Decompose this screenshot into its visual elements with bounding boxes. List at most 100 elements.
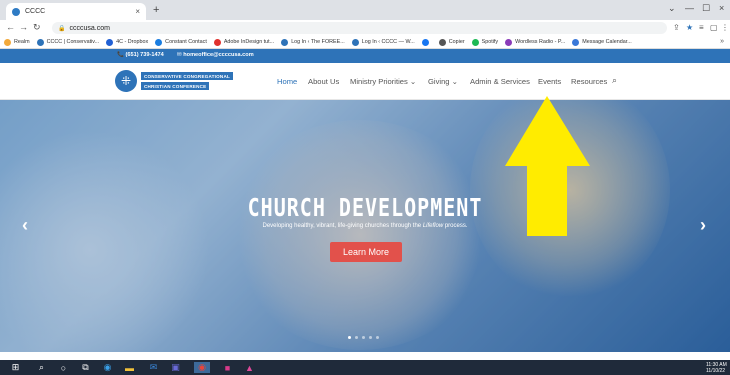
bookmark-favicon-icon (155, 38, 163, 46)
window-minimize-button[interactable]: — (685, 3, 694, 13)
browser-tab-strip: CCCC × + ⌄ — ☐ × (0, 0, 730, 20)
nav-item-ministry-priorities[interactable]: Ministry Priorities ⌄ (350, 77, 416, 86)
forward-icon[interactable]: → (19, 22, 28, 32)
nav-item-giving[interactable]: Giving ⌄ (428, 77, 458, 86)
email-link[interactable]: ✉ homeoffice@ccccusa.com (177, 52, 254, 58)
outlook-icon[interactable]: ✉ (148, 362, 159, 373)
nav-item-admin-services[interactable]: Admin & Services (470, 77, 530, 86)
task-view-icon[interactable]: ⧉ (80, 362, 91, 373)
tab-title: CCCC (25, 8, 46, 15)
reload-icon[interactable]: ↻ (33, 22, 41, 33)
slider-dot[interactable] (355, 336, 358, 339)
bookmark-item[interactable]: Copier (438, 38, 465, 46)
bookmark-favicon-icon (281, 38, 289, 46)
menu-kebab-icon[interactable]: ⋮ (721, 23, 729, 32)
tab-close-icon[interactable]: × (135, 7, 140, 16)
chrome-icon[interactable]: ◉ (194, 362, 210, 373)
logo-line-2[interactable]: CHRISTIAN CONFERENCE (141, 82, 210, 90)
back-icon[interactable]: ← (6, 22, 15, 32)
bookmarks-bar: Realm CCCC | Conservativ... 4C - Dropbox Co… (0, 36, 730, 49)
bookmark-item[interactable]: Spotify (471, 38, 499, 46)
bookmark-item[interactable]: Log In ‹ The FOREE... (281, 38, 345, 46)
hero-subtitle: Developing healthy, vibrant, life-giving… (262, 223, 468, 229)
window-close-button[interactable]: × (719, 3, 724, 13)
bookmark-item[interactable]: CCCC | Conservativ... (36, 38, 100, 46)
cortana-icon[interactable]: ○ (58, 362, 69, 373)
bookmark-label: Constant Contact (165, 39, 207, 45)
url-field[interactable]: 🔒 ccccusa.com (52, 22, 667, 34)
bookmark-favicon-icon (421, 38, 429, 46)
slider-dot[interactable] (362, 336, 365, 339)
annotation-arrow-icon (505, 96, 590, 236)
bookmarks-more-icon[interactable]: » (720, 38, 724, 45)
slider-prev-icon[interactable]: ‹ (22, 215, 28, 236)
bookmark-favicon-icon (438, 38, 446, 46)
bookmark-label: Wordless Radio - P... (515, 39, 566, 45)
tab-search-chevron-icon[interactable]: ⌄ (668, 3, 676, 14)
bookmark-favicon-icon (106, 38, 114, 46)
bookmark-item[interactable] (421, 38, 432, 46)
search-icon[interactable]: ⌕ (612, 75, 617, 86)
bookmark-label: Message Calendar... (582, 39, 632, 45)
bookmark-label: Log In ‹ The FOREE... (291, 39, 345, 45)
slider-dot[interactable] (369, 336, 372, 339)
address-bar-row: ← → ↻ 🔒 ccccusa.com ⇪ ★ ≡ ▢ ⋮ (0, 20, 730, 36)
bookmark-item[interactable]: Wordless Radio - P... (505, 38, 566, 46)
bookmark-label: CCCC | Conservativ... (46, 39, 100, 45)
hero-title: CHURCH DEVELOPMENT (247, 192, 483, 222)
lock-icon: 🔒 (58, 25, 66, 32)
file-explorer-icon[interactable]: ▬ (124, 362, 135, 373)
edge-icon[interactable]: ◉ (102, 362, 113, 373)
system-clock[interactable]: 11:30 AM 11/10/22 (706, 362, 727, 374)
bookmark-favicon-icon (213, 38, 221, 46)
bookmark-label: Adobe InDesign tut... (223, 39, 275, 45)
bookmark-label: Realm (14, 39, 30, 45)
window-maximize-button[interactable]: ☐ (702, 3, 710, 14)
nav-item-about-us[interactable]: About Us (308, 77, 339, 86)
bookmark-item[interactable]: Realm (4, 38, 30, 46)
hero-slider: CHURCH DEVELOPMENT Developing healthy, v… (0, 100, 730, 352)
bookmark-star-icon[interactable]: ★ (686, 23, 693, 32)
bookmark-item[interactable]: Constant Contact (155, 38, 207, 46)
sidepanel-icon[interactable]: ▢ (710, 23, 718, 32)
site-favicon-icon (12, 7, 20, 16)
slider-dot[interactable] (348, 336, 351, 339)
bookmark-label: Copier (448, 39, 465, 45)
app-icon[interactable]: ▲ (244, 362, 255, 373)
nav-item-resources[interactable]: Resources (571, 77, 607, 86)
browser-tab[interactable]: CCCC × (6, 3, 146, 20)
windows-taskbar: ⊞ ⌕ ○ ⧉ ◉ ▬ ✉ ▣ ◉ ■ ▲ 11:30 AM 11/10/22 (0, 360, 730, 375)
phone-link[interactable]: 📞 (651) 739-1474 (117, 52, 164, 58)
slider-dots (348, 336, 383, 339)
bookmark-label: Spotify (481, 39, 499, 45)
learn-more-button[interactable]: Learn More (330, 242, 402, 262)
indesign-icon[interactable]: ■ (222, 362, 233, 373)
nav-item-home[interactable]: Home (277, 77, 297, 86)
bookmark-label: Log In ‹ CCCC — W... (361, 39, 415, 45)
bookmark-favicon-icon (471, 38, 479, 46)
nav-item-events[interactable]: Events (538, 77, 561, 86)
cccc-logo-icon[interactable]: ⁜ (115, 70, 137, 92)
url-text: ccccusa.com (69, 24, 110, 32)
bookmark-label: 4C - Dropbox (116, 39, 149, 45)
bookmark-item[interactable]: Adobe InDesign tut... (213, 38, 275, 46)
share-icon[interactable]: ⇪ (673, 23, 680, 32)
bookmark-favicon-icon (505, 38, 513, 46)
new-tab-button[interactable]: + (153, 4, 159, 16)
bookmark-item[interactable]: Message Calendar... (572, 38, 632, 46)
bookmark-favicon-icon (4, 38, 11, 46)
teams-icon[interactable]: ▣ (170, 362, 181, 373)
bookmark-favicon-icon (351, 38, 359, 46)
search-icon[interactable]: ⌕ (36, 362, 47, 373)
phone-text: (651) 739-1474 (125, 52, 164, 58)
reading-list-icon[interactable]: ≡ (699, 23, 704, 32)
contact-info-bar: 📞 (651) 739-1474 ✉ homeoffice@ccccusa.co… (0, 49, 730, 63)
slider-next-icon[interactable]: › (700, 215, 706, 236)
bookmark-item[interactable]: 4C - Dropbox (106, 38, 149, 46)
bookmark-favicon-icon (36, 38, 44, 46)
windows-start-icon[interactable]: ⊞ (10, 362, 21, 373)
bookmark-item[interactable]: Log In ‹ CCCC — W... (351, 38, 415, 46)
logo-line-1[interactable]: CONSERVATIVE CONGREGATIONAL (141, 72, 233, 80)
email-text: homeoffice@ccccusa.com (183, 52, 254, 58)
slider-dot[interactable] (376, 336, 379, 339)
